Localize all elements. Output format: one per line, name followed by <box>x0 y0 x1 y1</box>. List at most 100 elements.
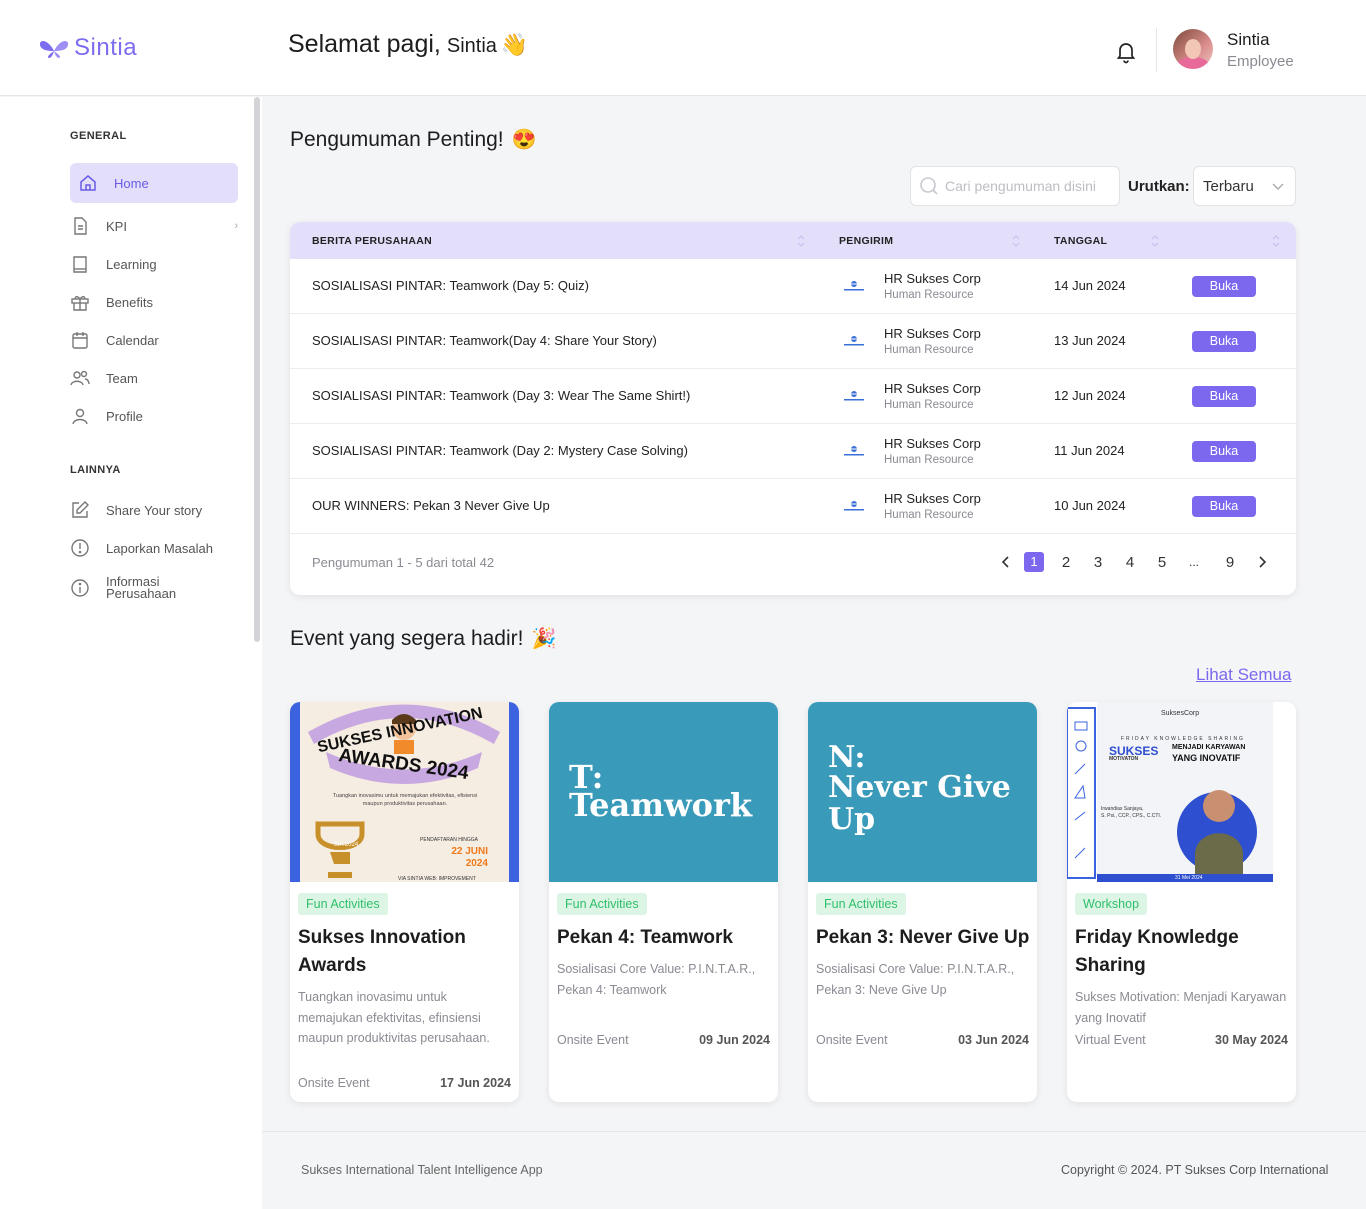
sidebar-item-benefits[interactable]: Benefits <box>70 283 238 321</box>
user-role: Employee <box>1227 53 1294 70</box>
search-input[interactable] <box>945 178 1113 194</box>
sidebar-item-learning[interactable]: Learning <box>70 245 238 283</box>
sidebar-item-kpi[interactable]: KPI › <box>70 207 238 245</box>
table-row[interactable]: SOSIALISASI PINTAR: Teamwork (Day 3: Wea… <box>290 369 1296 424</box>
event-description: Sukses Motivation: Menjadi Karyawan yang… <box>1075 990 1287 1025</box>
user-name[interactable]: Sintia <box>1227 30 1270 50</box>
butterfly-logo-icon <box>39 41 69 58</box>
sender-name: HR Sukses Corp <box>884 271 981 286</box>
event-name: Sukses Innovation Awards <box>298 927 466 976</box>
avatar-face <box>1185 39 1201 59</box>
footer-copyright: Copyright © 2024. PT Sukses Corp Interna… <box>1061 1163 1329 1177</box>
notification-bell-icon[interactable] <box>1114 40 1138 64</box>
sidebar-item-label: Calendar <box>106 332 159 348</box>
home-icon <box>80 175 96 191</box>
sidebar-item-label-line2: Perusahaan <box>106 586 177 601</box>
sort-icon[interactable] <box>1150 233 1160 249</box>
edit-icon <box>72 501 89 518</box>
column-header-date[interactable]: TANGGAL <box>1054 235 1107 247</box>
open-button[interactable]: Buka <box>1192 331 1256 352</box>
calendar-icon <box>72 332 88 349</box>
event-date: 03 Jun 2024 <box>958 1033 1029 1047</box>
sukses-corp-logo-icon <box>844 501 864 511</box>
sidebar-item-report-issue[interactable]: Laporkan Masalah <box>70 529 238 567</box>
sidebar-item-home[interactable]: Home <box>70 163 238 203</box>
open-button[interactable]: Buka <box>1192 441 1256 462</box>
open-button[interactable]: Buka <box>1192 386 1256 407</box>
news-title: SOSIALISASI PINTAR: Teamwork (Day 2: Mys… <box>312 443 688 458</box>
sidebar-item-company-info[interactable]: Informasi Perusahaan <box>70 569 238 607</box>
sidebar-scrollbar[interactable] <box>254 97 260 642</box>
sort-icon[interactable] <box>1271 233 1281 249</box>
info-icon <box>71 579 89 597</box>
see-all-link[interactable]: Lihat Semua <box>1196 665 1291 685</box>
event-card[interactable]: N: Never Give Up Fun Activities Pekan 3:… <box>808 702 1037 1102</box>
event-card[interactable]: SuksesCorp FRIDAY KNOWLEDGE SHARING SUKS… <box>1067 702 1296 1102</box>
sort-value: Terbaru <box>1203 177 1254 195</box>
event-card[interactable]: T: Teamwork Fun Activities Pekan 4: Team… <box>549 702 778 1102</box>
header-divider <box>1156 28 1157 72</box>
news-date: 10 Jun 2024 <box>1054 498 1126 513</box>
page-button[interactable]: 9 <box>1210 554 1250 571</box>
sidebar-item-label: Learning <box>106 256 157 272</box>
sender-department: Human Resource <box>884 399 974 411</box>
footer-app-name: Sukses International Talent Intelligence… <box>301 1163 543 1177</box>
sidebar-item-label: Share Your story <box>106 502 203 518</box>
open-button[interactable]: Buka <box>1192 276 1256 297</box>
page-button[interactable]: 4 <box>1114 554 1146 571</box>
poster-speaker-line2: S. Psi., CCP., CPS., C.CTI. <box>1101 813 1162 819</box>
table-row[interactable]: SOSIALISASI PINTAR: Teamwork (Day 5: Qui… <box>290 259 1296 314</box>
table-row[interactable]: SOSIALISASI PINTAR: Teamwork (Day 2: Mys… <box>290 424 1296 479</box>
event-tag: Fun Activities <box>298 893 388 915</box>
chevron-down-icon <box>1272 183 1284 190</box>
events-title: Event yang segera hadir! 🎉 <box>290 626 556 651</box>
column-header-sender[interactable]: PENGIRIM <box>839 235 893 247</box>
chevron-right-icon: › <box>234 220 238 232</box>
sidebar-item-calendar[interactable]: Calendar <box>70 321 238 359</box>
news-date: 14 Jun 2024 <box>1054 278 1126 293</box>
search-box[interactable] <box>910 166 1120 206</box>
app-logo[interactable]: Sintia <box>38 34 137 62</box>
poster-date: 31 Mei 2024 <box>1175 875 1203 881</box>
sukses-corp-logo-icon <box>844 281 864 291</box>
event-card[interactable]: SUKSES INNOVATION AWARDS 2024 Tuangkan i… <box>290 702 519 1102</box>
page-button[interactable]: 3 <box>1082 554 1114 571</box>
sidebar-item-label: KPI <box>106 218 127 234</box>
table-row[interactable]: SOSIALISASI PINTAR: Teamwork(Day 4: Shar… <box>290 314 1296 369</box>
sidebar-item-share-story[interactable]: Share Your story <box>70 491 238 529</box>
document-icon <box>74 217 87 235</box>
poster-kicker: FRIDAY KNOWLEDGE SHARING <box>1121 736 1245 742</box>
event-description: Sosialisasi Core Value: P.I.N.T.A.R., Pe… <box>557 962 756 997</box>
announcements-title-text: Pengumuman Penting! <box>290 127 504 151</box>
poster-headline-line1: MENJADI KARYAWAN <box>1172 744 1246 751</box>
page-button[interactable]: 5 <box>1146 554 1178 571</box>
page-ellipsis: ... <box>1188 555 1199 569</box>
sort-select[interactable]: Terbaru <box>1193 166 1296 206</box>
page-button[interactable]: 2 <box>1050 554 1082 571</box>
sidebar-item-label: Profile <box>106 408 143 424</box>
sender-department: Human Resource <box>884 454 974 466</box>
news-date: 13 Jun 2024 <box>1054 333 1126 348</box>
news-date: 12 Jun 2024 <box>1054 388 1126 403</box>
table-row[interactable]: OUR WINNERS: Pekan 3 Never Give Up HR Su… <box>290 479 1296 534</box>
avatar[interactable] <box>1173 29 1213 69</box>
column-header-news[interactable]: BERITA PERUSAHAAN <box>312 235 432 247</box>
open-button[interactable]: Buka <box>1192 496 1256 517</box>
event-description: Sosialisasi Core Value: P.I.N.T.A.R., Pe… <box>816 962 1015 997</box>
workshop-poster-graphic <box>1067 702 1273 882</box>
event-tag: Fun Activities <box>557 893 647 915</box>
sort-icon[interactable] <box>796 233 806 249</box>
event-poster: T: Teamwork <box>549 702 778 882</box>
footer-divider <box>262 1131 1366 1132</box>
sender-name: HR Sukses Corp <box>884 491 981 506</box>
sender-department: Human Resource <box>884 509 974 521</box>
sidebar-item-team[interactable]: Team <box>70 359 238 397</box>
sort-icon[interactable] <box>1011 233 1021 249</box>
page-button-current[interactable]: 1 <box>1024 552 1044 572</box>
sukses-corp-logo-icon <box>844 446 864 456</box>
sukses-corp-logo-icon <box>844 336 864 346</box>
sidebar-item-label: Laporkan Masalah <box>106 540 213 556</box>
sidebar-item-profile[interactable]: Profile <box>70 397 238 435</box>
next-page-icon[interactable] <box>1250 552 1274 572</box>
prev-page-icon[interactable] <box>994 552 1018 572</box>
